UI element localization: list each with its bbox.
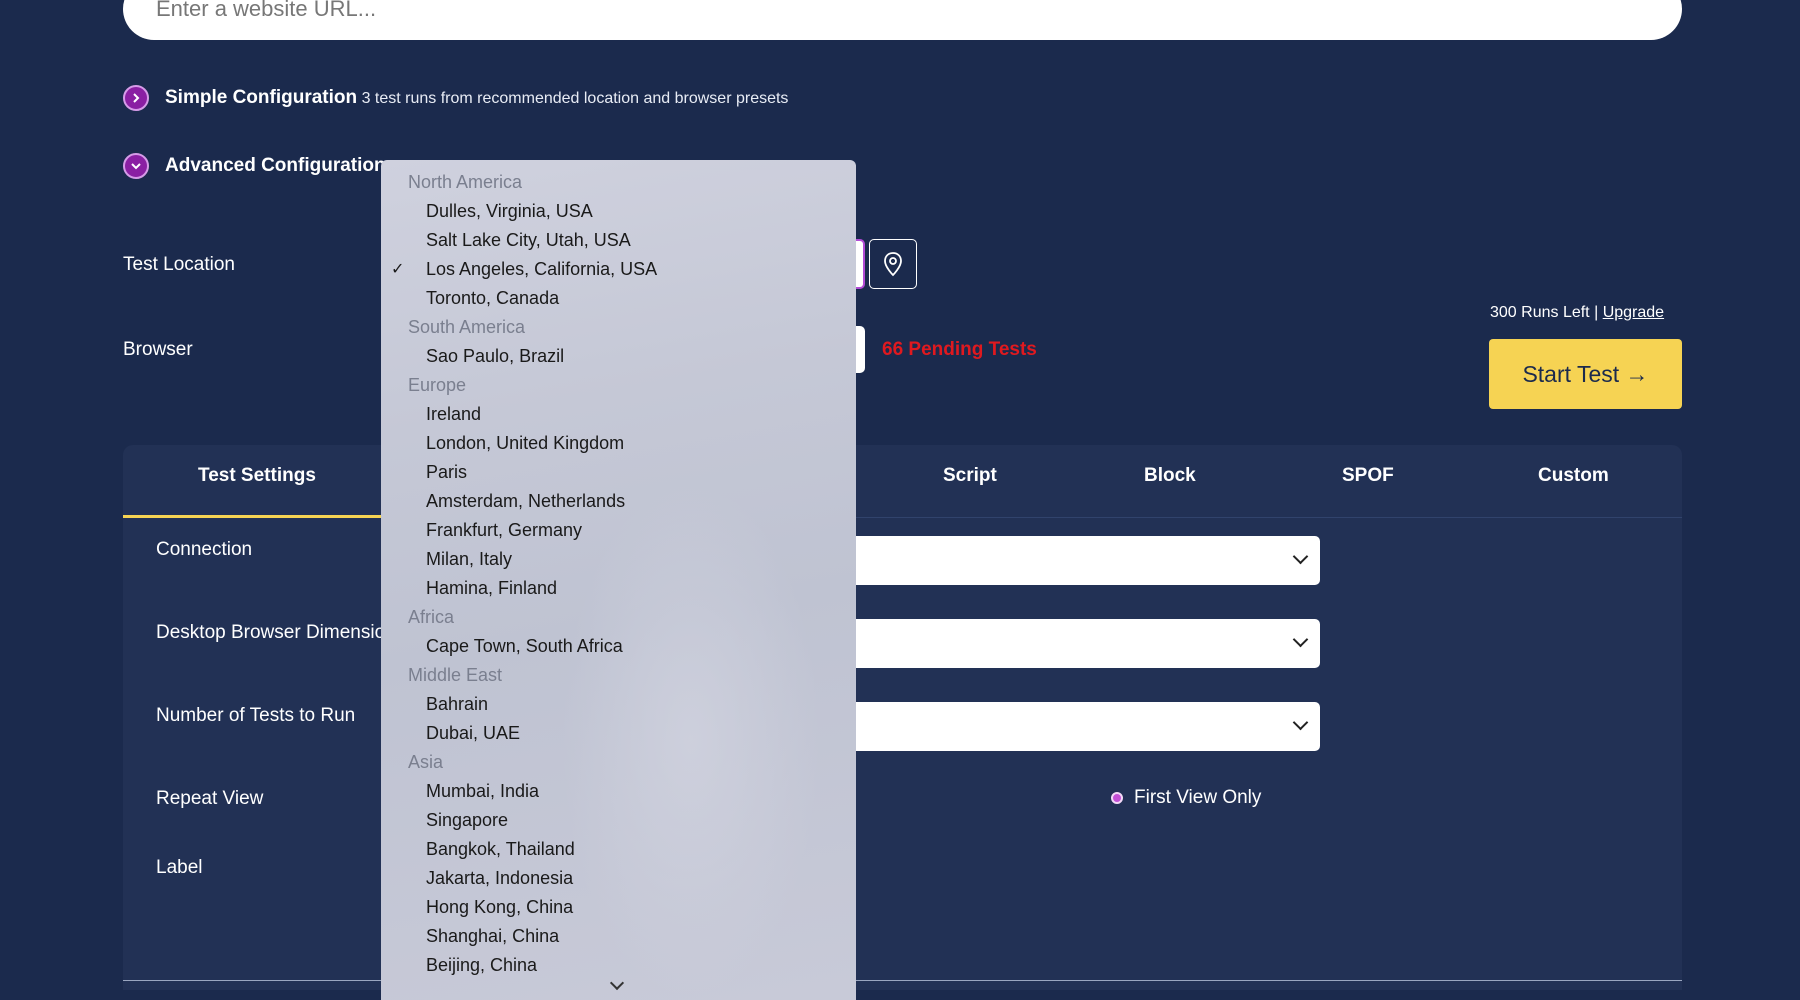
- dropdown-group-label: Asia: [408, 752, 444, 772]
- dropdown-option-label: Hong Kong, China: [426, 897, 574, 917]
- test-location-label: Test Location: [123, 254, 235, 275]
- dropdown-option-label: Bangkok, Thailand: [426, 839, 575, 859]
- start-test-button[interactable]: Start Test →: [1489, 339, 1682, 409]
- runs-left-text: 300 Runs Left |: [1490, 304, 1599, 321]
- expand-simple-config-icon[interactable]: [123, 85, 149, 111]
- dropdown-option[interactable]: Singapore: [381, 806, 856, 835]
- dropdown-option[interactable]: ✓ Los Angeles, California, USA: [381, 255, 856, 284]
- dropdown-option[interactable]: Jakarta, Indonesia: [381, 864, 856, 893]
- connection-label: Connection: [156, 539, 253, 560]
- connection-select[interactable]: [851, 536, 1320, 585]
- dropdown-option-label: Ireland: [426, 404, 482, 424]
- pending-tests-notice: 66 Pending Tests: [882, 339, 1037, 360]
- dropdown-group-label: Middle East: [408, 665, 503, 685]
- dropdown-option[interactable]: Cape Town, South Africa: [381, 632, 856, 661]
- browser-label: Browser: [123, 339, 193, 360]
- repeat-view-label: Repeat View: [156, 788, 264, 809]
- dropdown-option-label: Amsterdam, Netherlands: [426, 491, 626, 511]
- checkmark-icon: ✓: [391, 261, 405, 278]
- dropdown-option[interactable]: Sao Paulo, Brazil: [381, 342, 856, 371]
- chevron-down-icon: [1292, 631, 1309, 648]
- num-tests-select[interactable]: [851, 702, 1320, 751]
- dropdown-option-label: Dubai, UAE: [426, 723, 521, 743]
- dropdown-option-label: Hamina, Finland: [426, 578, 558, 598]
- simple-config-title: Simple Configuration: [165, 87, 358, 108]
- num-tests-label: Number of Tests to Run: [156, 705, 356, 726]
- map-location-button[interactable]: [869, 239, 917, 289]
- dropdown-option-label: Sao Paulo, Brazil: [426, 346, 565, 366]
- chevron-down-icon: [1292, 714, 1309, 731]
- dropdown-option[interactable]: Bangkok, Thailand: [381, 835, 856, 864]
- dimensions-label: Desktop Browser Dimensio: [156, 622, 386, 643]
- dropdown-option-label: Singapore: [426, 810, 509, 830]
- test-location-dropdown[interactable]: North America Dulles, Virginia, USA Salt L…: [381, 160, 856, 1000]
- chevron-down-icon: [1292, 548, 1309, 565]
- dropdown-option[interactable]: Mumbai, India: [381, 777, 856, 806]
- upgrade-link[interactable]: Upgrade: [1603, 304, 1664, 321]
- dropdown-option-label: Mumbai, India: [426, 781, 540, 801]
- dropdown-group-label: South America: [408, 317, 526, 337]
- dropdown-option[interactable]: Dulles, Virginia, USA: [381, 197, 856, 226]
- dropdown-option[interactable]: Dubai, UAE: [381, 719, 856, 748]
- first-view-only-radio[interactable]: [1111, 792, 1123, 804]
- label-field-label: Label: [156, 857, 203, 878]
- advanced-config-row[interactable]: Advanced Configuration: [165, 155, 386, 177]
- tab-spof[interactable]: SPOF: [1342, 465, 1394, 487]
- dropdown-option-label: Los Angeles, California, USA: [426, 259, 658, 279]
- dropdown-option-label: Beijing, China: [426, 955, 538, 975]
- dropdown-option[interactable]: Hong Kong, China: [381, 893, 856, 922]
- dropdown-option-label: Paris: [426, 462, 468, 482]
- dimensions-select[interactable]: [851, 619, 1320, 668]
- active-tab-indicator: [123, 515, 381, 518]
- simple-config-description: 3 test runs from recommended location an…: [361, 90, 789, 107]
- dropdown-group-label: North America: [408, 172, 523, 192]
- dropdown-option[interactable]: Frankfurt, Germany: [381, 516, 856, 545]
- dropdown-option-label: Salt Lake City, Utah, USA: [426, 230, 631, 250]
- dropdown-option[interactable]: Shanghai, China: [381, 922, 856, 951]
- dropdown-option[interactable]: Salt Lake City, Utah, USA: [381, 226, 856, 255]
- dropdown-option-label: Frankfurt, Germany: [426, 520, 583, 540]
- dropdown-option[interactable]: Milan, Italy: [381, 545, 856, 574]
- dropdown-option[interactable]: Toronto, Canada: [381, 284, 856, 313]
- tab-script[interactable]: Script: [943, 465, 997, 487]
- dropdown-option-label: Shanghai, China: [426, 926, 560, 946]
- dropdown-option-label: Milan, Italy: [426, 549, 513, 569]
- first-view-only-label[interactable]: First View Only: [1134, 787, 1261, 809]
- url-input-placeholder: Enter a website URL...: [156, 0, 377, 21]
- simple-config-row[interactable]: Simple Configuration 3 test runs from re…: [165, 87, 788, 109]
- dropdown-option-label: Dulles, Virginia, USA: [426, 201, 593, 221]
- dropdown-option[interactable]: Amsterdam, Netherlands: [381, 487, 856, 516]
- dropdown-option-label: Jakarta, Indonesia: [426, 868, 574, 888]
- map-pin-icon: [884, 252, 902, 277]
- dropdown-option-label: Cape Town, South Africa: [426, 636, 623, 656]
- tab-custom[interactable]: Custom: [1538, 465, 1609, 487]
- dropdown-option[interactable]: Beijing, China: [381, 951, 856, 980]
- dropdown-option[interactable]: Hamina, Finland: [381, 574, 856, 603]
- tab-block[interactable]: Block: [1144, 465, 1196, 487]
- runs-left-info: 300 Runs Left | Upgrade: [1490, 304, 1664, 322]
- dropdown-option[interactable]: Ireland: [381, 400, 856, 429]
- dropdown-option-label: Bahrain: [426, 694, 489, 714]
- panel-bottom-divider: [123, 980, 1682, 981]
- dropdown-option[interactable]: Bahrain: [381, 690, 856, 719]
- tab-test-settings[interactable]: Test Settings: [198, 465, 316, 487]
- dropdown-option[interactable]: Paris: [381, 458, 856, 487]
- advanced-config-title: Advanced Configuration: [165, 155, 386, 176]
- dropdown-group-label: Europe: [408, 375, 467, 395]
- dropdown-group-label: Africa: [408, 607, 455, 627]
- dropdown-option-label: London, United Kingdom: [426, 433, 625, 453]
- collapse-advanced-config-icon[interactable]: [123, 153, 149, 179]
- dropdown-option[interactable]: London, United Kingdom: [381, 429, 856, 458]
- dropdown-option-label: Toronto, Canada: [426, 288, 560, 308]
- url-input[interactable]: Enter a website URL...: [123, 0, 1682, 40]
- test-location-options: North America Dulles, Virginia, USA Salt L…: [381, 168, 856, 980]
